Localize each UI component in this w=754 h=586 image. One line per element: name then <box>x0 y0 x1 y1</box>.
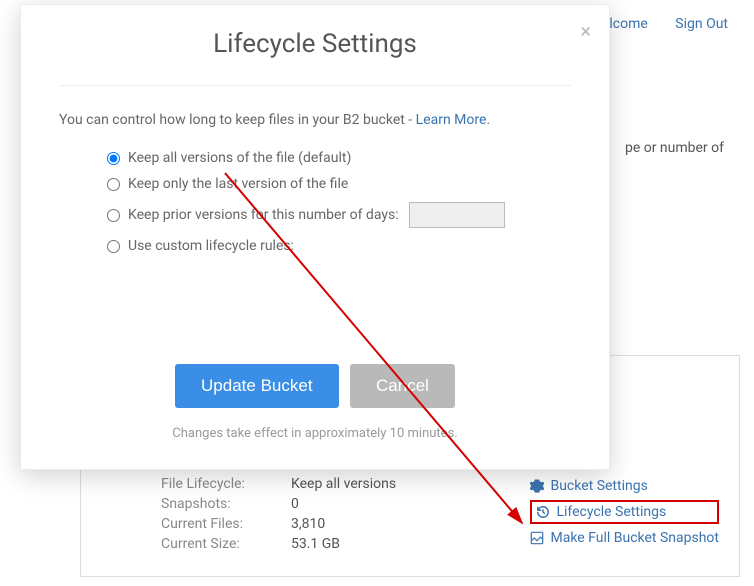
radio-keep-days[interactable] <box>107 209 120 222</box>
radio-keep-all[interactable] <box>107 152 120 165</box>
history-icon <box>536 505 550 519</box>
cancel-button[interactable]: Cancel <box>350 364 455 408</box>
lifecycle-settings-modal: × Lifecycle Settings You can control how… <box>20 4 610 470</box>
link-label: Lifecycle Settings <box>556 504 666 520</box>
gear-icon <box>530 479 544 493</box>
detail-label: File Lifecycle: <box>161 476 281 492</box>
link-label: Make Full Bucket Snapshot <box>550 530 719 546</box>
radio-group: Keep all versions of the file (default) … <box>107 150 571 254</box>
detail-label: Current Size: <box>161 536 281 552</box>
update-bucket-button[interactable]: Update Bucket <box>175 364 339 408</box>
detail-value: Keep all versions <box>291 476 396 492</box>
description-text: You can control how long to keep files i… <box>59 112 416 128</box>
snapshot-link[interactable]: Make Full Bucket Snapshot <box>530 530 719 546</box>
radio-label[interactable]: Keep only the last version of the file <box>128 176 348 192</box>
radio-label[interactable]: Keep prior versions for this number of d… <box>128 207 399 223</box>
radio-keep-last[interactable] <box>107 178 120 191</box>
detail-value: 53.1 GB <box>291 536 340 552</box>
days-input[interactable] <box>409 202 505 228</box>
learn-more-link[interactable]: Learn More <box>416 112 487 128</box>
detail-label: Current Files: <box>161 516 281 532</box>
snapshot-icon <box>530 531 544 545</box>
radio-label[interactable]: Keep all versions of the file (default) <box>128 150 351 166</box>
modal-note: Changes take effect in approximately 10 … <box>59 426 571 441</box>
radio-label[interactable]: Use custom lifecycle rules: <box>128 238 294 254</box>
link-label: Bucket Settings <box>550 478 647 494</box>
detail-value: 0 <box>291 496 299 512</box>
detail-label: Snapshots: <box>161 496 281 512</box>
modal-description: You can control how long to keep files i… <box>59 112 571 128</box>
radio-custom[interactable] <box>107 240 120 253</box>
signout-link[interactable]: Sign Out <box>675 16 728 32</box>
close-button[interactable]: × <box>580 21 591 41</box>
lifecycle-settings-link[interactable]: Lifecycle Settings <box>530 500 719 524</box>
truncated-text: pe or number of <box>625 140 724 156</box>
detail-value: 3,810 <box>291 516 325 532</box>
divider <box>59 85 571 86</box>
bucket-settings-link[interactable]: Bucket Settings <box>530 478 719 494</box>
modal-title: Lifecycle Settings <box>59 29 571 59</box>
